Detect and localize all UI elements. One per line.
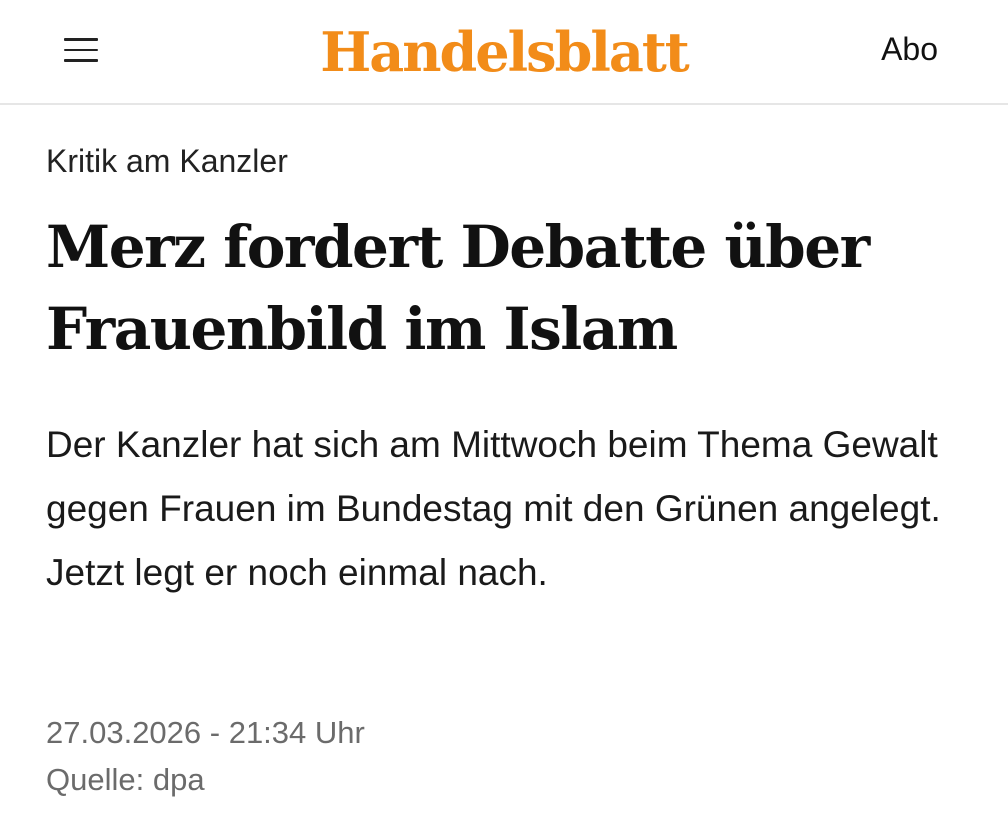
article-headline: Merz fordert Debatte über Frauenbild im …: [46, 213, 870, 363]
site-logo[interactable]: Handelsblatt: [0, 14, 1008, 90]
abo-link[interactable]: Abo: [881, 31, 938, 68]
article-kicker: Kritik am Kanzler: [46, 143, 288, 179]
article-dateline: 27.03.2026 - 21:34 Uhr: [46, 715, 365, 750]
site-header: Handelsblatt Abo: [0, 0, 1008, 105]
article-lead: Der Kanzler hat sich am Mittwoch beim Th…: [46, 424, 941, 593]
article-source: Quelle: dpa: [46, 762, 205, 797]
